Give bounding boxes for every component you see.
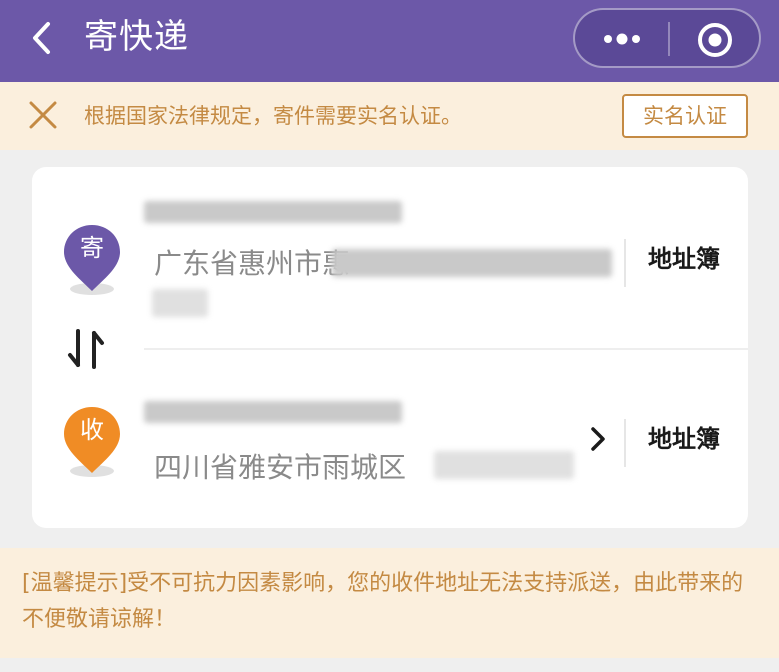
receiver-address-redacted xyxy=(434,451,574,479)
receiver-address-book-button[interactable]: 地址簿 xyxy=(648,423,720,455)
tip-text: [温馨提示]受不可抗力因素影响，您的收件地址无法支持派送，由此带来的不便敬请谅解… xyxy=(22,571,744,632)
close-icon[interactable] xyxy=(26,98,60,132)
real-name-notice: 根据国家法律规定，寄件需要实名认证。 实名认证 xyxy=(0,82,779,150)
receiver-address[interactable]: 四川省雅安市雨城区 xyxy=(154,449,406,487)
address-card: 寄 广东省惠州市惠 地址簿 收 四川省雅安市雨城区 地址簿 xyxy=(32,167,748,528)
record-circle-icon[interactable] xyxy=(695,20,735,60)
sender-address[interactable]: 广东省惠州市惠 xyxy=(154,245,350,283)
receiver-name-redacted xyxy=(144,401,402,423)
divider xyxy=(624,239,626,287)
title-bar: 寄快递 xyxy=(0,0,779,82)
swap-arrows-icon[interactable] xyxy=(64,327,114,371)
sender-pin-icon: 寄 xyxy=(62,223,122,295)
page-title: 寄快递 xyxy=(84,17,189,57)
more-dots-icon[interactable] xyxy=(597,28,647,50)
divider xyxy=(624,419,626,467)
chevron-right-icon[interactable] xyxy=(588,425,608,453)
sender-address-book-button[interactable]: 地址簿 xyxy=(648,243,720,275)
sender-badge-label: 寄 xyxy=(80,234,104,262)
mini-program-capsule xyxy=(573,8,761,68)
chevron-left-icon[interactable] xyxy=(26,18,60,58)
receiver-pin-icon: 收 xyxy=(62,405,122,477)
card-divider xyxy=(144,348,748,350)
delivery-tip: [温馨提示]受不可抗力因素影响，您的收件地址无法支持派送，由此带来的不便敬请谅解… xyxy=(0,548,779,658)
sender-address-redacted-line2 xyxy=(152,289,208,317)
capsule-divider xyxy=(668,22,670,56)
sender-address-redacted xyxy=(332,249,612,277)
notice-text: 根据国家法律规定，寄件需要实名认证。 xyxy=(84,104,462,128)
receiver-badge-label: 收 xyxy=(80,416,104,444)
sender-name-redacted xyxy=(144,201,402,223)
real-name-verify-button[interactable]: 实名认证 xyxy=(622,94,748,138)
